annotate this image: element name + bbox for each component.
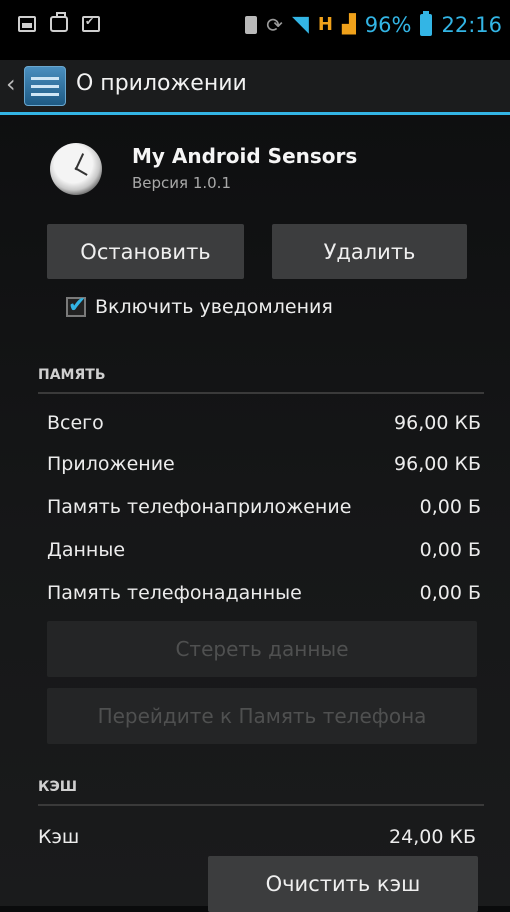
- app-info-screen: ⟳ ◥ H ▟ 96% 22:16 ‹ О приложении My Andr…: [0, 0, 510, 912]
- briefcase-icon: [50, 12, 68, 32]
- storage-row-label: Память телефонаприложение: [47, 496, 352, 518]
- status-bar: ⟳ ◥ H ▟ 96% 22:16: [0, 0, 510, 60]
- back-chevron-icon[interactable]: ‹: [6, 70, 16, 98]
- storage-row-data: Данные 0,00 Б: [47, 533, 481, 567]
- notifications-checkbox-row[interactable]: Включить уведомления: [66, 293, 333, 318]
- storage-row-app: Приложение 96,00 КБ: [47, 447, 481, 481]
- storage-row-phone-app: Память телефонаприложение 0,00 Б: [47, 490, 481, 524]
- move-to-phone-button[interactable]: Перейдите к Память телефона: [47, 688, 477, 744]
- notifications-label: Включить уведомления: [95, 296, 333, 318]
- storage-row-label: Приложение: [47, 453, 175, 475]
- storage-row-value: 0,00 Б: [419, 539, 481, 561]
- storage-row-label: Память телефонаданные: [47, 582, 302, 604]
- uninstall-button[interactable]: Удалить: [272, 224, 467, 279]
- storage-row-value: 96,00 КБ: [394, 412, 481, 434]
- battery-icon: [420, 10, 433, 36]
- system-icons: ⟳ ◥ H ▟ 96% 22:16: [245, 10, 502, 37]
- cache-label: Кэш: [38, 826, 80, 848]
- sync-icon: ⟳: [266, 12, 283, 37]
- action-bar: ‹ О приложении: [0, 60, 510, 112]
- signal-icon: ▟: [341, 14, 356, 35]
- storage-divider: [38, 392, 484, 394]
- cache-row: Кэш 24,00 КБ: [38, 820, 476, 854]
- clock-app-icon: [50, 143, 102, 195]
- app-version: Версия 1.0.1: [132, 174, 231, 192]
- storage-row-phone-data: Память телефонаданные 0,00 Б: [47, 576, 481, 610]
- storage-row-label: Всего: [47, 412, 104, 434]
- page-title: О приложении: [76, 71, 247, 96]
- storage-row-value: 0,00 Б: [419, 496, 481, 518]
- clear-data-button[interactable]: Стереть данные: [47, 621, 477, 677]
- storage-section-header: ПАМЯТЬ: [38, 367, 106, 383]
- notifications-checkbox[interactable]: [66, 293, 86, 318]
- sd-card-icon: [245, 15, 258, 34]
- app-name: My Android Sensors: [132, 144, 358, 168]
- check-notification-icon: [82, 15, 100, 32]
- cache-section-header: КЭШ: [38, 779, 78, 795]
- notification-icons: [18, 12, 100, 32]
- action-bar-divider: [0, 112, 510, 115]
- storage-row-value: 0,00 Б: [419, 582, 481, 604]
- wifi-icon: ◥: [291, 12, 309, 37]
- storage-row-label: Данные: [47, 539, 126, 561]
- cache-divider: [38, 804, 484, 806]
- storage-row-value: 96,00 КБ: [394, 453, 481, 475]
- cache-value: 24,00 КБ: [389, 826, 476, 848]
- settings-app-icon[interactable]: [24, 66, 66, 106]
- network-h-icon: H: [317, 14, 333, 35]
- battery-percent: 96%: [364, 12, 412, 37]
- storage-row-total: Всего 96,00 КБ: [47, 406, 481, 440]
- gallery-icon: [18, 16, 36, 32]
- clear-cache-button[interactable]: Очистить кэш: [208, 856, 478, 912]
- force-stop-button[interactable]: Остановить: [47, 224, 244, 279]
- clock: 22:16: [441, 12, 502, 37]
